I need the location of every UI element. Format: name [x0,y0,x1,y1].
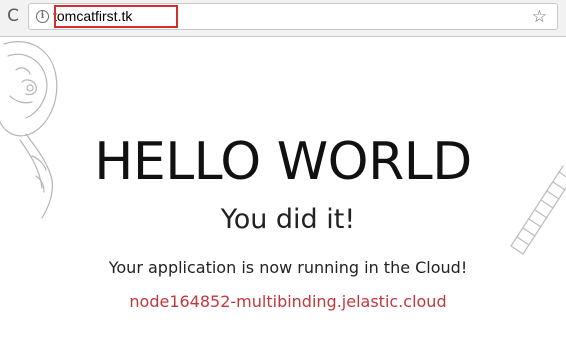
status-message: Your application is now running in the C… [108,258,468,277]
url-highlight-box [54,5,178,28]
page-title: HELLO WORLD [94,131,472,192]
node-hostname-link[interactable]: node164852-multibinding.jelastic.cloud [0,290,566,314]
bookmark-star-icon[interactable]: ☆ [532,5,547,29]
info-icon[interactable]: i [36,10,49,23]
success-subtitle: You did it! [220,204,356,235]
address-bar[interactable]: i tomcatfirst.tk ☆ [28,3,558,30]
browser-toolbar: C i tomcatfirst.tk ☆ [0,0,566,37]
reload-icon[interactable]: C [2,5,24,27]
